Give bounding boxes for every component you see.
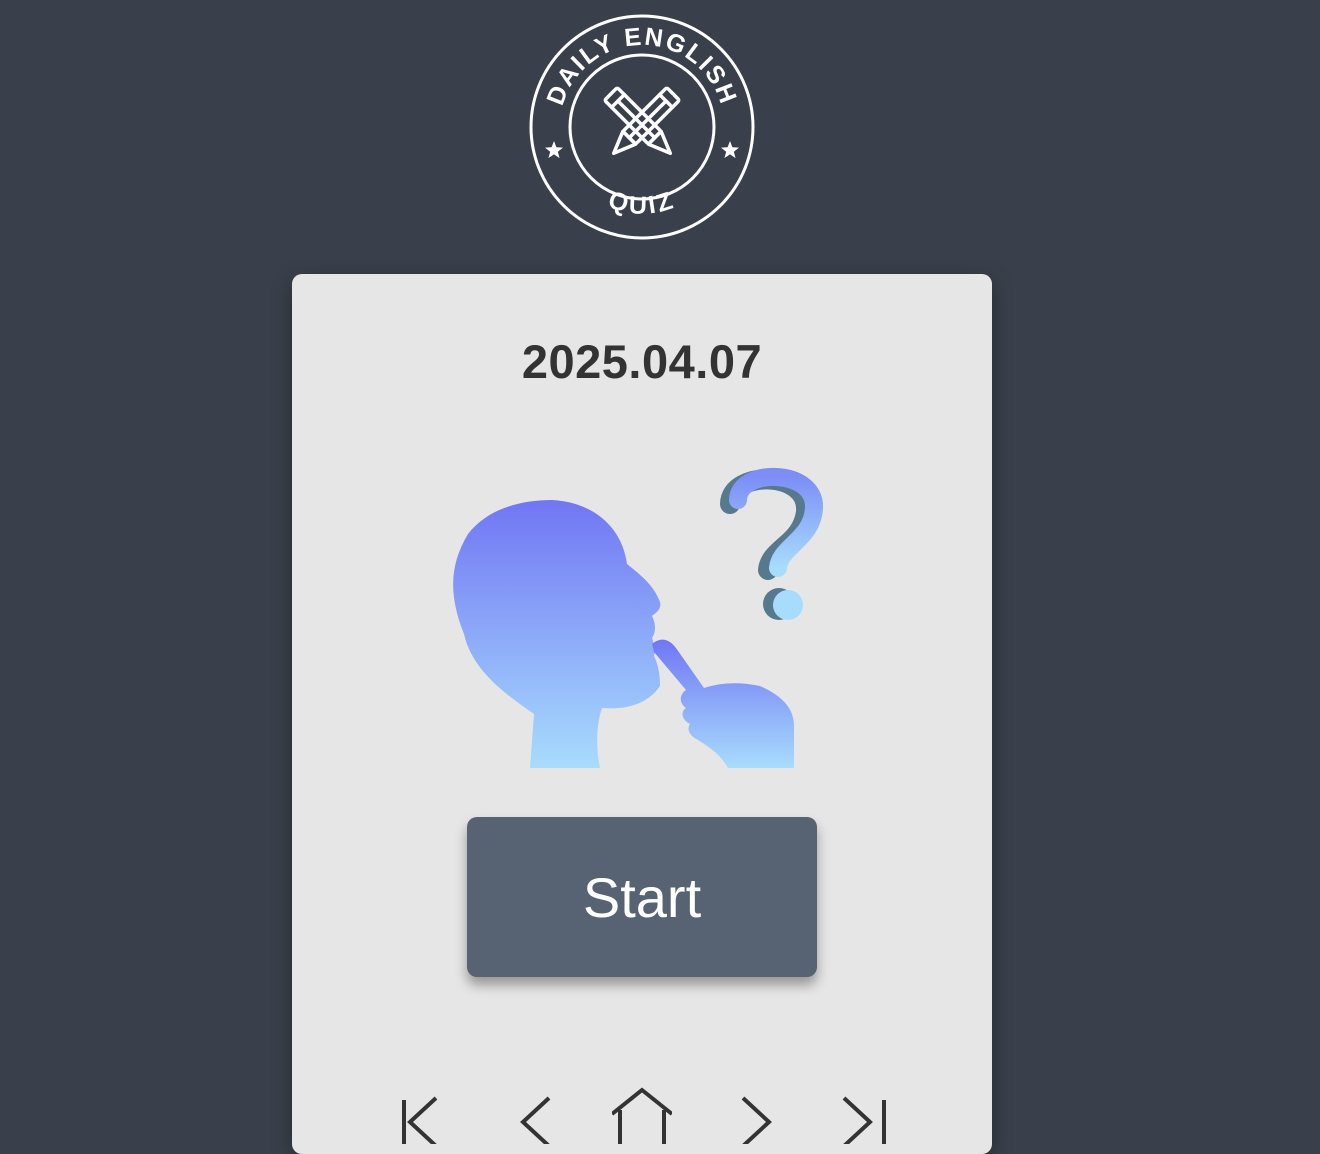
thinking-person-illustration <box>453 467 823 768</box>
quiz-card: 2025.04.07 Start <box>292 274 992 1154</box>
last-question-button[interactable] <box>832 1084 892 1144</box>
crossed-pencils-icon <box>603 86 681 156</box>
start-button[interactable]: Start <box>467 817 817 977</box>
home-button[interactable] <box>612 1084 672 1144</box>
daily-english-quiz-logo: DAILY ENGLISH QUIZ <box>529 14 755 240</box>
hand <box>652 639 794 768</box>
home-icon <box>612 1087 672 1144</box>
star-icon <box>721 141 739 159</box>
logo-bottom-text: QUIZ <box>605 186 679 220</box>
quiz-navigation <box>292 1084 992 1144</box>
last-icon <box>842 1096 886 1144</box>
star-icon <box>545 141 563 159</box>
person-silhouette <box>453 500 661 768</box>
next-icon <box>741 1096 772 1144</box>
first-icon <box>402 1096 438 1144</box>
next-question-button[interactable] <box>727 1084 787 1144</box>
previous-icon <box>520 1096 551 1144</box>
logo-top-text: DAILY ENGLISH <box>541 23 742 109</box>
quiz-date: 2025.04.07 <box>521 335 763 388</box>
first-question-button[interactable] <box>392 1084 452 1144</box>
previous-question-button[interactable] <box>507 1084 567 1144</box>
